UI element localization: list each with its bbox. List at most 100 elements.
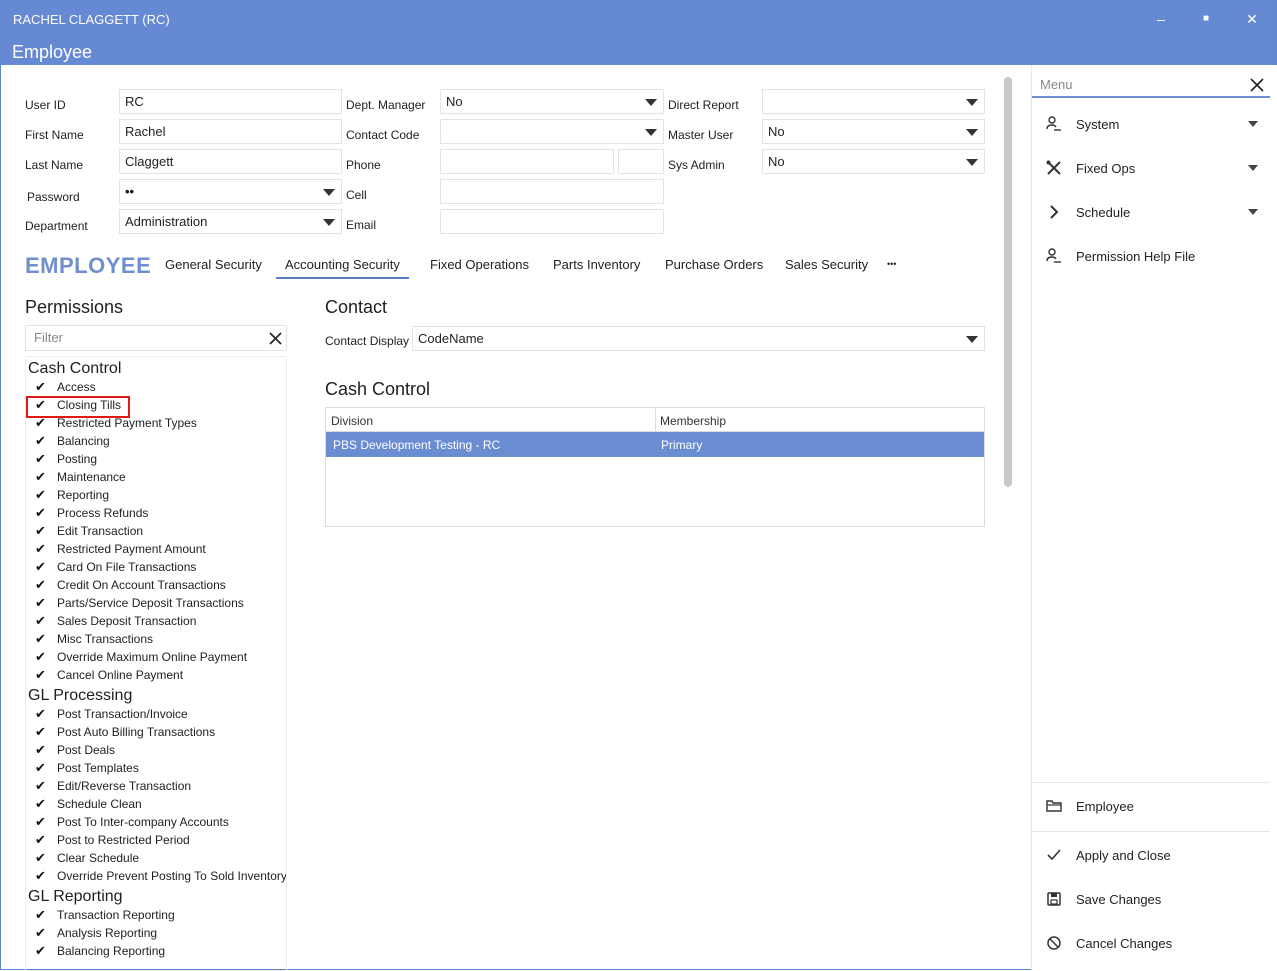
tab-parts-inventory[interactable]: Parts Inventory <box>553 257 640 272</box>
permission-item[interactable]: ✔ Override Prevent Posting To Sold Invent… <box>26 867 286 885</box>
more-tabs-button[interactable]: ••• <box>887 259 896 269</box>
checkbox-checked-icon[interactable]: ✔ <box>35 849 46 867</box>
checkbox-checked-icon[interactable]: ✔ <box>35 450 46 468</box>
checkbox-checked-icon[interactable]: ✔ <box>35 759 46 777</box>
permission-item[interactable]: ✔ Posting <box>26 450 286 468</box>
menu-item-system[interactable]: System <box>1032 110 1270 140</box>
close-button[interactable]: ✕ <box>1237 9 1267 29</box>
permission-item[interactable]: ✔ Override Maximum Online Payment <box>26 648 286 666</box>
save-changes-button[interactable]: Save Changes <box>1032 885 1270 915</box>
permission-item[interactable]: ✔ Post Templates <box>26 759 286 777</box>
email-input[interactable] <box>440 209 664 234</box>
direct-report-select[interactable] <box>762 89 985 114</box>
permission-item[interactable]: ✔ Reporting <box>26 486 286 504</box>
permission-item[interactable]: ✔ Post to Restricted Period <box>26 831 286 849</box>
permission-item[interactable]: ✔ Card On File Transactions <box>26 558 286 576</box>
checkbox-checked-icon[interactable]: ✔ <box>35 705 46 723</box>
contact-code-select[interactable] <box>440 119 664 144</box>
permission-item[interactable]: ✔ Process Refunds <box>26 504 286 522</box>
permission-item[interactable]: ✔ Post Deals <box>26 741 286 759</box>
checkbox-checked-icon[interactable]: ✔ <box>35 666 46 684</box>
permission-item[interactable]: ✔ Access <box>26 378 286 396</box>
first-name-input[interactable]: Rachel <box>119 119 342 144</box>
checkbox-checked-icon[interactable]: ✔ <box>35 630 46 648</box>
tab-purchase-orders[interactable]: Purchase Orders <box>665 257 763 272</box>
permissions-filter-input[interactable]: Filter <box>25 325 287 351</box>
checkbox-checked-icon[interactable]: ✔ <box>35 831 46 849</box>
permission-item[interactable]: ✔ Schedule Clean <box>26 795 286 813</box>
last-name-input[interactable]: Claggett <box>119 149 342 174</box>
tab-fixed-operations[interactable]: Fixed Operations <box>430 257 529 272</box>
permission-item[interactable]: ✔ Post Transaction/Invoice <box>26 705 286 723</box>
permission-item[interactable]: ✔ Sales Deposit Transaction <box>26 612 286 630</box>
clear-menu-search-icon[interactable] <box>1249 77 1265 93</box>
clear-filter-icon[interactable] <box>268 331 283 346</box>
permission-item[interactable]: ✔ Transaction Reporting <box>26 906 286 924</box>
permission-item[interactable]: ✔ Cancel Online Payment <box>26 666 286 684</box>
table-row[interactable]: PBS Development Testing - RC Primary <box>326 432 984 457</box>
menu-item-schedule[interactable]: Schedule <box>1032 198 1270 228</box>
contact-display-select[interactable]: CodeName <box>412 326 985 351</box>
menu-item-fixed-ops[interactable]: Fixed Ops <box>1032 154 1270 184</box>
checkbox-checked-icon[interactable]: ✔ <box>35 813 46 831</box>
permission-item[interactable]: ✔ Edit/Reverse Transaction <box>26 777 286 795</box>
permission-item[interactable]: ✔ Balancing Reporting <box>26 942 286 960</box>
dept-manager-select[interactable]: No <box>440 89 664 114</box>
cancel-icon <box>1047 936 1061 950</box>
column-membership[interactable]: Membership <box>660 414 726 428</box>
checkbox-checked-icon[interactable]: ✔ <box>35 558 46 576</box>
menu-item-label: Fixed Ops <box>1076 161 1136 176</box>
checkbox-checked-icon[interactable]: ✔ <box>35 540 46 558</box>
permission-item[interactable]: ✔ Credit On Account Transactions <box>26 576 286 594</box>
permission-item[interactable]: ✔ Misc Transactions <box>26 630 286 648</box>
permission-item[interactable]: ✔ Balancing <box>26 432 286 450</box>
checkbox-checked-icon[interactable]: ✔ <box>35 648 46 666</box>
menu-item-employee[interactable]: Employee <box>1032 792 1270 822</box>
checkbox-checked-icon[interactable]: ✔ <box>35 468 46 486</box>
sys-admin-select[interactable]: No <box>762 149 985 174</box>
tab-accounting-security[interactable]: Accounting Security <box>276 257 409 279</box>
phone-input[interactable] <box>440 149 614 174</box>
checkbox-checked-icon[interactable]: ✔ <box>35 741 46 759</box>
tab-general-security[interactable]: General Security <box>165 257 262 272</box>
permission-item[interactable]: ✔ Clear Schedule <box>26 849 286 867</box>
checkbox-checked-icon[interactable]: ✔ <box>35 486 46 504</box>
menu-search-input[interactable]: Menu <box>1032 73 1270 98</box>
checkbox-checked-icon[interactable]: ✔ <box>35 522 46 540</box>
checkbox-checked-icon[interactable]: ✔ <box>35 594 46 612</box>
menu-item-permission-help-file[interactable]: Permission Help File <box>1032 242 1270 272</box>
phone-ext-input[interactable] <box>618 149 664 174</box>
checkbox-checked-icon[interactable]: ✔ <box>35 906 46 924</box>
checkbox-checked-icon[interactable]: ✔ <box>35 723 46 741</box>
cell-input[interactable] <box>440 179 664 204</box>
permission-item[interactable]: ✔ Edit Transaction <box>26 522 286 540</box>
checkbox-checked-icon[interactable]: ✔ <box>35 612 46 630</box>
permission-item[interactable]: ✔ Post Auto Billing Transactions <box>26 723 286 741</box>
checkbox-checked-icon[interactable]: ✔ <box>35 378 46 396</box>
password-input[interactable]: •• <box>119 179 342 204</box>
checkbox-checked-icon[interactable]: ✔ <box>35 867 46 885</box>
permission-label: Post To Inter-company Accounts <box>57 815 229 829</box>
minimize-button[interactable]: – <box>1146 9 1176 29</box>
maximize-button[interactable]: ■ <box>1191 9 1221 29</box>
apply-and-close-button[interactable]: Apply and Close <box>1032 841 1270 871</box>
department-select[interactable]: Administration <box>119 209 342 234</box>
checkbox-checked-icon[interactable]: ✔ <box>35 795 46 813</box>
permission-item[interactable]: ✔ Maintenance <box>26 468 286 486</box>
column-division[interactable]: Division <box>331 414 373 428</box>
checkbox-checked-icon[interactable]: ✔ <box>35 777 46 795</box>
master-user-select[interactable]: No <box>762 119 985 144</box>
main-scrollbar[interactable] <box>1004 77 1012 487</box>
checkbox-checked-icon[interactable]: ✔ <box>35 576 46 594</box>
checkbox-checked-icon[interactable]: ✔ <box>35 432 46 450</box>
permission-item[interactable]: ✔ Post To Inter-company Accounts <box>26 813 286 831</box>
permission-item[interactable]: ✔ Parts/Service Deposit Transactions <box>26 594 286 612</box>
checkbox-checked-icon[interactable]: ✔ <box>35 924 46 942</box>
tab-sales-security[interactable]: Sales Security <box>785 257 868 272</box>
checkbox-checked-icon[interactable]: ✔ <box>35 504 46 522</box>
permission-item[interactable]: ✔ Restricted Payment Amount <box>26 540 286 558</box>
user-id-input[interactable]: RC <box>119 89 342 114</box>
cancel-changes-button[interactable]: Cancel Changes <box>1032 929 1270 959</box>
permission-item[interactable]: ✔ Analysis Reporting <box>26 924 286 942</box>
checkbox-checked-icon[interactable]: ✔ <box>35 942 46 960</box>
